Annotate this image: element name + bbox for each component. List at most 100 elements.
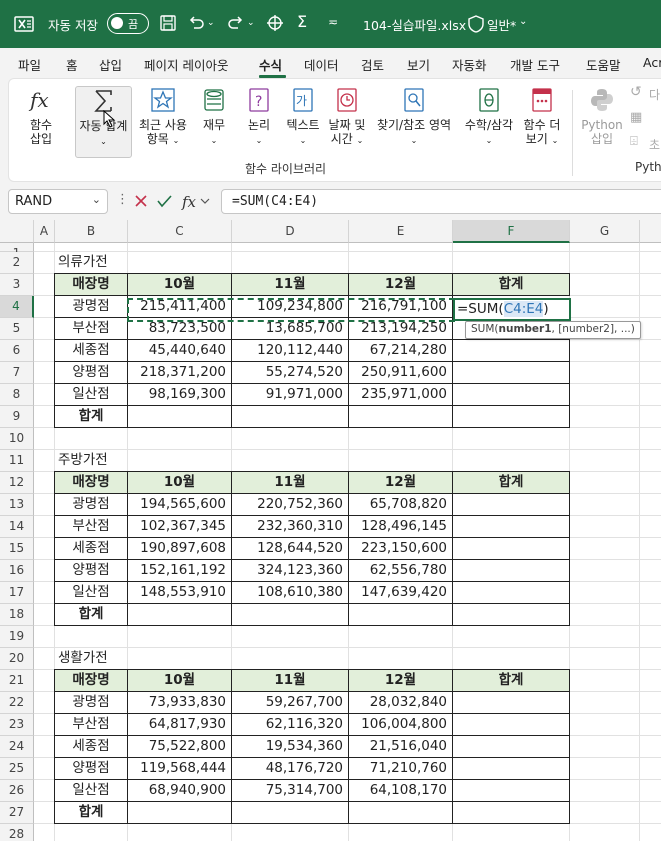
side-grid-icon[interactable]: ▦: [630, 110, 642, 125]
value-cell-oct[interactable]: 98,169,300: [127, 383, 232, 406]
select-all-corner[interactable]: [0, 220, 34, 243]
store-name-cell[interactable]: 세종점: [54, 537, 128, 560]
value-cell-nov[interactable]: 55,274,520: [231, 361, 349, 384]
side-undo-icon[interactable]: ↺: [630, 84, 642, 100]
tab-developer[interactable]: 개발 도구: [510, 55, 560, 74]
row-header-14[interactable]: 14: [0, 516, 34, 538]
total-cell[interactable]: [452, 537, 570, 560]
row-header-11[interactable]: 11: [0, 450, 34, 472]
store-name-cell[interactable]: 부산점: [54, 515, 128, 538]
header-store[interactable]: 매장명: [54, 273, 128, 296]
lookup-reference-button[interactable]: 찾기/참조 영역 ⌄: [372, 86, 456, 148]
col-header-e[interactable]: E: [349, 220, 453, 243]
autosave-toggle[interactable]: 끔: [107, 13, 149, 34]
crosshair-icon[interactable]: [265, 13, 285, 33]
tab-formulas[interactable]: 수식: [259, 55, 282, 74]
undo-dropdown-icon[interactable]: ⌄: [207, 18, 215, 28]
total-cell[interactable]: [452, 361, 570, 384]
total-cell[interactable]: [452, 801, 570, 824]
total-cell[interactable]: [452, 493, 570, 516]
row-header-19[interactable]: 19: [0, 626, 34, 648]
store-name-cell[interactable]: 부산점: [54, 713, 128, 736]
value-cell-dec[interactable]: 62,556,780: [348, 559, 453, 582]
header-total[interactable]: 합계: [452, 669, 570, 692]
row-header-8[interactable]: 8: [0, 384, 34, 406]
header-total[interactable]: 합계: [452, 471, 570, 494]
header-store[interactable]: 매장명: [54, 471, 128, 494]
fx-icon[interactable]: fx: [181, 193, 197, 211]
total-cell[interactable]: [348, 603, 453, 626]
value-cell-oct[interactable]: 64,817,930: [127, 713, 232, 736]
header-oct[interactable]: 10월: [127, 273, 232, 296]
side-item-3[interactable]: 초: [649, 136, 660, 153]
insert-python-button[interactable]: Python 삽입: [580, 86, 624, 146]
store-name-cell[interactable]: 광명점: [54, 295, 128, 318]
total-cell[interactable]: [452, 515, 570, 538]
value-cell-dec[interactable]: 21,516,040: [348, 735, 453, 758]
total-cell[interactable]: [452, 735, 570, 758]
tab-automate[interactable]: 자동화: [452, 55, 487, 74]
total-cell[interactable]: [127, 801, 232, 824]
row-header-20[interactable]: 20: [0, 648, 34, 670]
row-header-12[interactable]: 12: [0, 472, 34, 494]
value-cell-dec[interactable]: 71,210,760: [348, 757, 453, 780]
value-cell-oct[interactable]: 119,568,444: [127, 757, 232, 780]
value-cell-dec[interactable]: 223,150,600: [348, 537, 453, 560]
row-header-25[interactable]: 25: [0, 758, 34, 780]
store-name-cell[interactable]: 양평점: [54, 757, 128, 780]
col-header-g[interactable]: G: [570, 220, 640, 243]
store-name-cell[interactable]: 광명점: [54, 691, 128, 714]
col-header-c[interactable]: C: [128, 220, 232, 243]
row-header-27[interactable]: 27: [0, 802, 34, 824]
row-header-3[interactable]: 3: [0, 274, 34, 296]
row-header-23[interactable]: 23: [0, 714, 34, 736]
row-header-10[interactable]: 10: [0, 428, 34, 450]
value-cell-dec[interactable]: 65,708,820: [348, 493, 453, 516]
tab-view[interactable]: 보기: [407, 55, 430, 74]
header-nov[interactable]: 11월: [231, 471, 349, 494]
value-cell-dec[interactable]: 28,032,840: [348, 691, 453, 714]
value-cell-nov[interactable]: 48,176,720: [231, 757, 349, 780]
total-cell[interactable]: [231, 603, 349, 626]
header-dec[interactable]: 12월: [348, 273, 453, 296]
total-cell[interactable]: [452, 691, 570, 714]
date-time-button[interactable]: 날짜 및 시간 ⌄: [326, 86, 368, 148]
tab-page-layout[interactable]: 페이지 레이아웃: [144, 55, 228, 74]
value-cell-oct[interactable]: 218,371,200: [127, 361, 232, 384]
value-cell-nov[interactable]: 220,752,360: [231, 493, 349, 516]
total-cell[interactable]: [127, 405, 232, 428]
tab-home[interactable]: 홈: [66, 55, 78, 74]
more-functions-button[interactable]: 함수 더 보기 ⌄: [520, 86, 564, 148]
redo-icon[interactable]: [226, 13, 246, 33]
total-cell[interactable]: [452, 713, 570, 736]
value-cell-dec[interactable]: 128,496,145: [348, 515, 453, 538]
row-header-1[interactable]: 1: [0, 243, 34, 260]
row-header-18[interactable]: 18: [0, 604, 34, 626]
logical-button[interactable]: ? 논리 ⌄: [243, 86, 275, 148]
total-label-cell[interactable]: 합계: [54, 603, 128, 626]
value-cell-nov[interactable]: 128,644,520: [231, 537, 349, 560]
section-title[interactable]: 주방가전: [55, 450, 175, 472]
text-button[interactable]: 가 텍스트 ⌄: [283, 86, 323, 148]
total-cell[interactable]: [348, 801, 453, 824]
value-cell-nov[interactable]: 108,610,380: [231, 581, 349, 604]
value-cell-oct[interactable]: 152,161,192: [127, 559, 232, 582]
insert-function-button[interactable]: fx 함수 삽입: [20, 86, 62, 146]
tab-file[interactable]: 파일: [18, 55, 41, 74]
total-cell[interactable]: [452, 757, 570, 780]
total-label-cell[interactable]: 합계: [54, 405, 128, 428]
name-box[interactable]: RAND ⌄: [8, 189, 108, 214]
total-label-cell[interactable]: 합계: [54, 801, 128, 824]
row-header-22[interactable]: 22: [0, 692, 34, 714]
header-store[interactable]: 매장명: [54, 669, 128, 692]
section-title[interactable]: 의류가전: [55, 252, 175, 274]
math-trig-button[interactable]: 수학/삼각 ⌄: [460, 86, 518, 148]
store-name-cell[interactable]: 일산점: [54, 581, 128, 604]
header-dec[interactable]: 12월: [348, 669, 453, 692]
total-cell[interactable]: [348, 405, 453, 428]
total-cell[interactable]: [452, 779, 570, 802]
more-options-icon[interactable]: ⋮: [116, 192, 129, 207]
row-header-17[interactable]: 17: [0, 582, 34, 604]
header-total[interactable]: 합계: [452, 273, 570, 296]
row-header-24[interactable]: 24: [0, 736, 34, 758]
